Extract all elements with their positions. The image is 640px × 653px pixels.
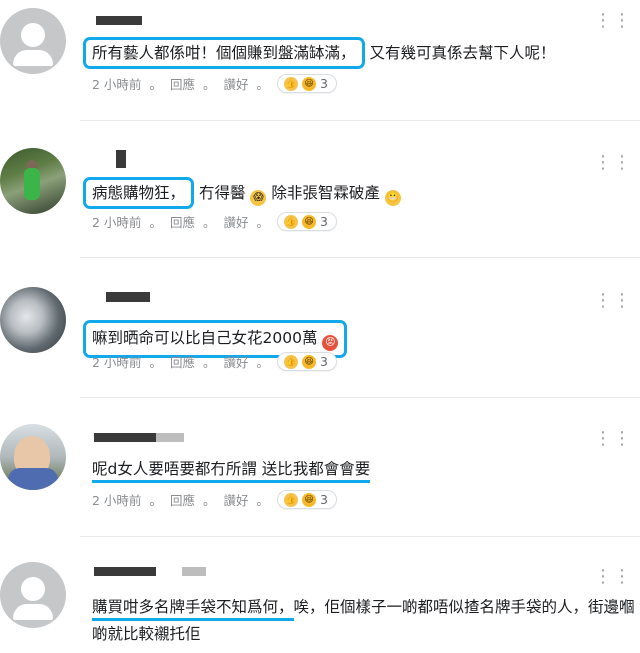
more-horizontal-icon[interactable]: ⋮⋮ bbox=[594, 428, 632, 449]
timestamp[interactable]: 2 小時前 bbox=[92, 490, 141, 509]
thumbs-up-icon: 👍 bbox=[284, 492, 299, 507]
avatar[interactable] bbox=[0, 148, 66, 214]
author-name-redacted[interactable] bbox=[106, 292, 150, 302]
like-button[interactable]: 讚好 bbox=[223, 74, 248, 93]
comment-meta: 2 小時前。 回應。 讚好。 👍 😆 3 bbox=[92, 490, 337, 509]
default-user-icon bbox=[21, 23, 45, 47]
avatar[interactable] bbox=[0, 287, 66, 353]
angry-emoji-icon: 😡 bbox=[322, 335, 339, 351]
thumbs-up-icon: 👍 bbox=[284, 76, 299, 91]
author-name-redacted[interactable] bbox=[96, 16, 142, 25]
thumbs-up-icon: 👍 bbox=[284, 354, 299, 369]
more-horizontal-icon[interactable]: ⋮⋮ bbox=[594, 10, 632, 31]
divider bbox=[80, 397, 640, 398]
author-name-redacted[interactable] bbox=[94, 567, 156, 576]
highlighted-text: 呢d女人要唔要都冇所謂 送比我都會會要 bbox=[92, 460, 371, 483]
more-horizontal-icon[interactable]: ⋮⋮ bbox=[594, 152, 632, 173]
reply-button[interactable]: 回應 bbox=[170, 352, 195, 371]
divider bbox=[80, 257, 640, 258]
avatar[interactable] bbox=[0, 562, 66, 628]
timestamp[interactable]: 2 小時前 bbox=[92, 352, 141, 371]
default-user-icon bbox=[21, 577, 45, 601]
author-name-redacted-2 bbox=[182, 567, 206, 576]
divider bbox=[80, 536, 640, 537]
like-button[interactable]: 讚好 bbox=[223, 352, 248, 371]
comment-text: 病態購物狂， 冇得醫 😱 除非張智霖破產 😬 bbox=[83, 177, 401, 209]
timestamp[interactable]: 2 小時前 bbox=[92, 74, 141, 93]
reactions-badge[interactable]: 👍 😆 3 bbox=[277, 490, 337, 509]
emoji-icon: 😆 bbox=[302, 354, 317, 369]
timestamp[interactable]: 2 小時前 bbox=[92, 212, 141, 231]
scream-emoji-icon: 😱 bbox=[250, 190, 267, 206]
reaction-count: 3 bbox=[320, 354, 328, 369]
reaction-count: 3 bbox=[320, 76, 328, 91]
comment-text: 購買咁多名牌手袋不知爲何，唉，佢個樣子一啲都唔似揸名牌手袋的人，街邊嗰啲就比較襯… bbox=[92, 598, 635, 643]
reactions-badge[interactable]: 👍 😆 3 bbox=[277, 74, 337, 93]
thumbs-up-icon: 👍 bbox=[284, 214, 299, 229]
avatar[interactable] bbox=[0, 424, 66, 490]
author-name-redacted[interactable] bbox=[94, 433, 156, 442]
reactions-badge[interactable]: 👍 😆 3 bbox=[277, 212, 337, 231]
emoji-icon: 😆 bbox=[302, 214, 317, 229]
comment-text: 所有藝人都係咁！個個賺到盤滿缽滿， 又有幾可真係去幫下人呢！ bbox=[83, 37, 555, 69]
emoji-icon: 😆 bbox=[302, 76, 317, 91]
avatar[interactable] bbox=[0, 8, 66, 74]
author-name-redacted[interactable] bbox=[116, 150, 126, 168]
reaction-count: 3 bbox=[320, 214, 328, 229]
reply-button[interactable]: 回應 bbox=[170, 74, 195, 93]
divider bbox=[80, 120, 640, 121]
comment-meta: 2 小時前。 回應。 讚好。 👍 😆 3 bbox=[92, 74, 337, 93]
grimace-emoji-icon: 😬 bbox=[384, 190, 401, 206]
author-name-redacted-2 bbox=[156, 433, 184, 442]
like-button[interactable]: 讚好 bbox=[223, 212, 248, 231]
more-horizontal-icon[interactable]: ⋮⋮ bbox=[594, 290, 632, 311]
reply-button[interactable]: 回應 bbox=[170, 212, 195, 231]
highlighted-text: 購買咁多名牌手袋不知爲何， bbox=[92, 598, 294, 621]
highlighted-text: 病態購物狂， bbox=[83, 177, 195, 209]
reactions-badge[interactable]: 👍 😆 3 bbox=[277, 352, 337, 371]
emoji-icon: 😆 bbox=[302, 492, 317, 507]
like-button[interactable]: 讚好 bbox=[223, 490, 248, 509]
comment-meta: 2 小時前。 回應。 讚好。 👍 😆 3 bbox=[92, 212, 337, 231]
highlighted-text: 所有藝人都係咁！個個賺到盤滿缽滿， bbox=[83, 37, 365, 69]
reaction-count: 3 bbox=[320, 492, 328, 507]
reply-button[interactable]: 回應 bbox=[170, 490, 195, 509]
more-horizontal-icon[interactable]: ⋮⋮ bbox=[594, 566, 632, 587]
comment-text: 呢d女人要唔要都冇所謂 送比我都會會要 bbox=[92, 458, 371, 483]
comment-meta: 2 小時前。 回應。 讚好。 👍 😆 3 bbox=[92, 352, 337, 371]
